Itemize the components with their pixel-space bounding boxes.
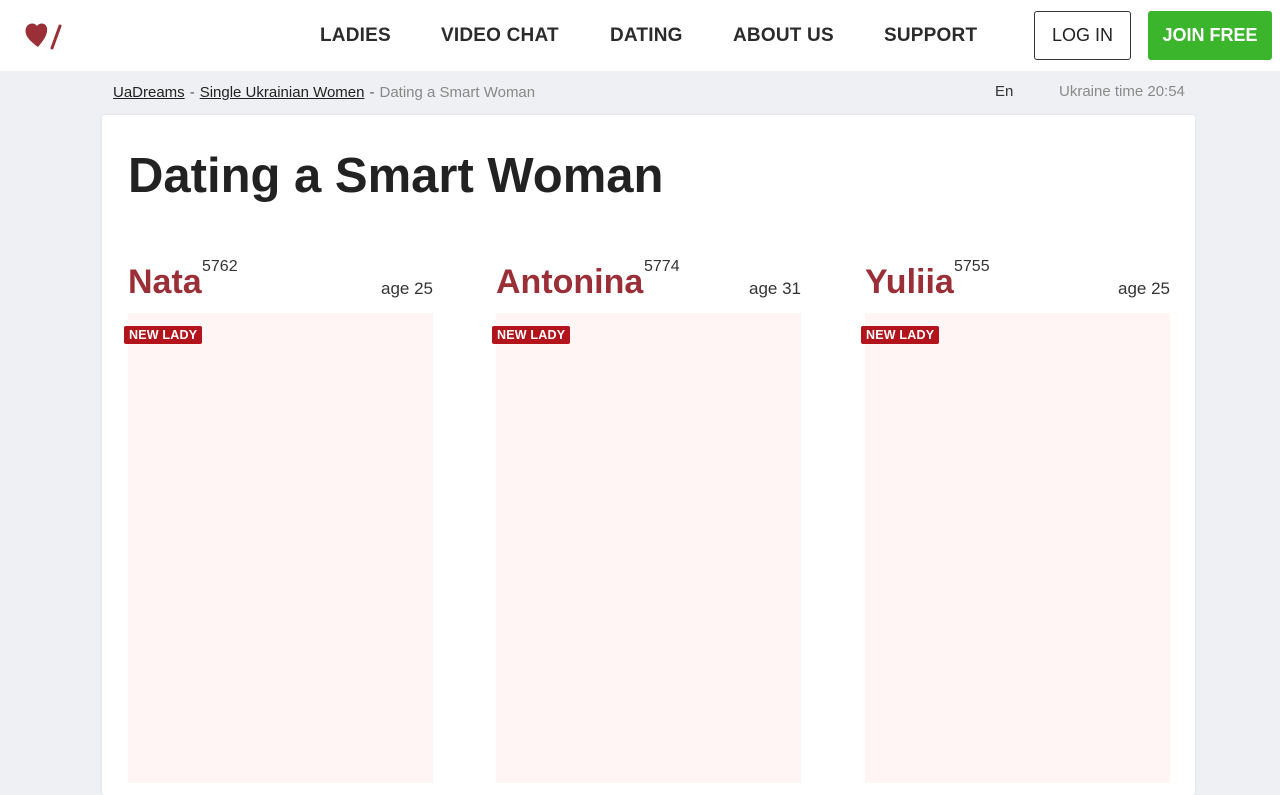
lady-id: 5774 (644, 258, 680, 275)
nav-dating[interactable]: DATING (610, 25, 683, 47)
content-card: Dating a Smart Woman Nata 5762 age 25 NE… (102, 115, 1195, 795)
new-lady-badge: NEW LADY (861, 326, 940, 344)
lady-age: age 25 (1118, 279, 1170, 298)
lady-photo[interactable]: NEW LADY (492, 313, 801, 783)
breadcrumb-link-home[interactable]: UaDreams (113, 84, 185, 101)
site-header: LADIES VIDEO CHAT DATING ABOUT US SUPPOR… (0, 0, 1280, 71)
new-lady-badge: NEW LADY (492, 326, 571, 344)
breadcrumb-separator: - (369, 84, 375, 101)
ukraine-time: Ukraine time 20:54 (1059, 83, 1185, 100)
lady-name[interactable]: Yuliia (865, 263, 954, 302)
breadcrumb-separator: - (189, 84, 195, 101)
new-lady-badge: NEW LADY (124, 326, 203, 344)
nav-ladies[interactable]: LADIES (320, 25, 391, 47)
lady-age: age 25 (381, 279, 433, 298)
breadcrumb: UaDreams - Single Ukrainian Women - Dating a… (113, 84, 535, 101)
lady-name[interactable]: Antonina (496, 263, 643, 302)
nav-support[interactable]: SUPPORT (884, 25, 977, 47)
nav-about-us[interactable]: ABOUT US (733, 25, 834, 47)
lady-age: age 31 (749, 279, 801, 298)
breadcrumb-current: Dating a Smart Woman (379, 84, 536, 101)
nav-video-chat[interactable]: VIDEO CHAT (441, 25, 559, 47)
language-selector[interactable]: En (995, 83, 1013, 100)
lady-id: 5762 (202, 258, 238, 275)
lady-photo[interactable]: NEW LADY (861, 313, 1170, 783)
breadcrumb-link-single-women[interactable]: Single Ukrainian Women (200, 84, 365, 101)
page-title: Dating a Smart Woman (128, 149, 664, 203)
lady-name[interactable]: Nata (128, 263, 202, 302)
lady-photo[interactable]: NEW LADY (124, 313, 433, 783)
heart-logo-icon[interactable] (24, 20, 64, 50)
login-button[interactable]: LOG IN (1034, 11, 1131, 60)
lady-id: 5755 (954, 258, 990, 275)
join-free-button[interactable]: JOIN FREE (1148, 11, 1272, 60)
